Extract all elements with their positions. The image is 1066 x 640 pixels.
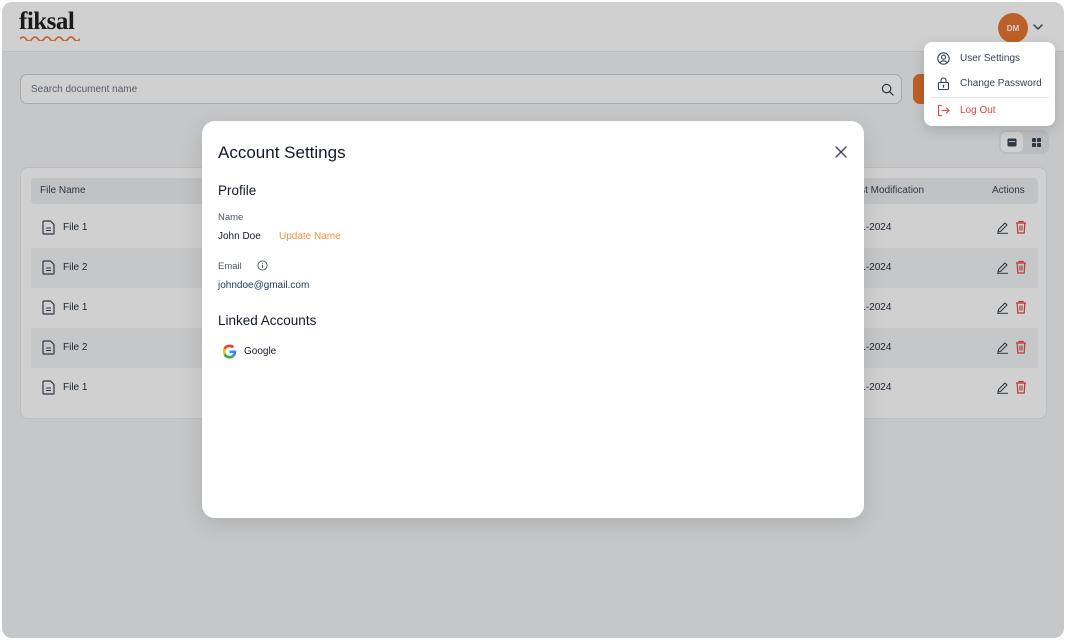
linked-accounts-heading: Linked Accounts xyxy=(218,313,317,328)
email-label: Email xyxy=(218,261,242,272)
email-value: johndoe@gmail.com xyxy=(218,280,310,291)
user-dropdown-menu: User Settings Change Password Log Out xyxy=(924,42,1055,126)
close-icon[interactable] xyxy=(834,145,848,159)
menu-divider xyxy=(930,97,1049,98)
logout-icon xyxy=(937,104,950,117)
lock-icon xyxy=(937,77,950,90)
profile-section-heading: Profile xyxy=(218,183,257,198)
account-settings-modal: Account Settings Profile Name John Doe U… xyxy=(202,121,864,518)
linked-account-label: Google xyxy=(244,346,277,357)
menu-item-label: Change Password xyxy=(960,78,1042,89)
update-name-link[interactable]: Update Name xyxy=(279,231,341,242)
linked-account-google: Google xyxy=(222,343,322,361)
google-icon xyxy=(222,344,237,359)
menu-item-user-settings[interactable]: User Settings xyxy=(924,47,1055,71)
app-window: fiksal DM Search document name File Name… xyxy=(2,2,1064,638)
name-value: John Doe xyxy=(218,231,261,242)
menu-item-change-password[interactable]: Change Password xyxy=(924,72,1055,96)
menu-item-label: User Settings xyxy=(960,53,1021,64)
info-icon[interactable] xyxy=(257,260,268,271)
name-label: Name xyxy=(218,212,244,223)
menu-item-log-out[interactable]: Log Out xyxy=(924,99,1055,123)
user-circle-icon xyxy=(937,52,950,65)
menu-item-label: Log Out xyxy=(960,105,996,116)
modal-title: Account Settings xyxy=(218,143,346,162)
